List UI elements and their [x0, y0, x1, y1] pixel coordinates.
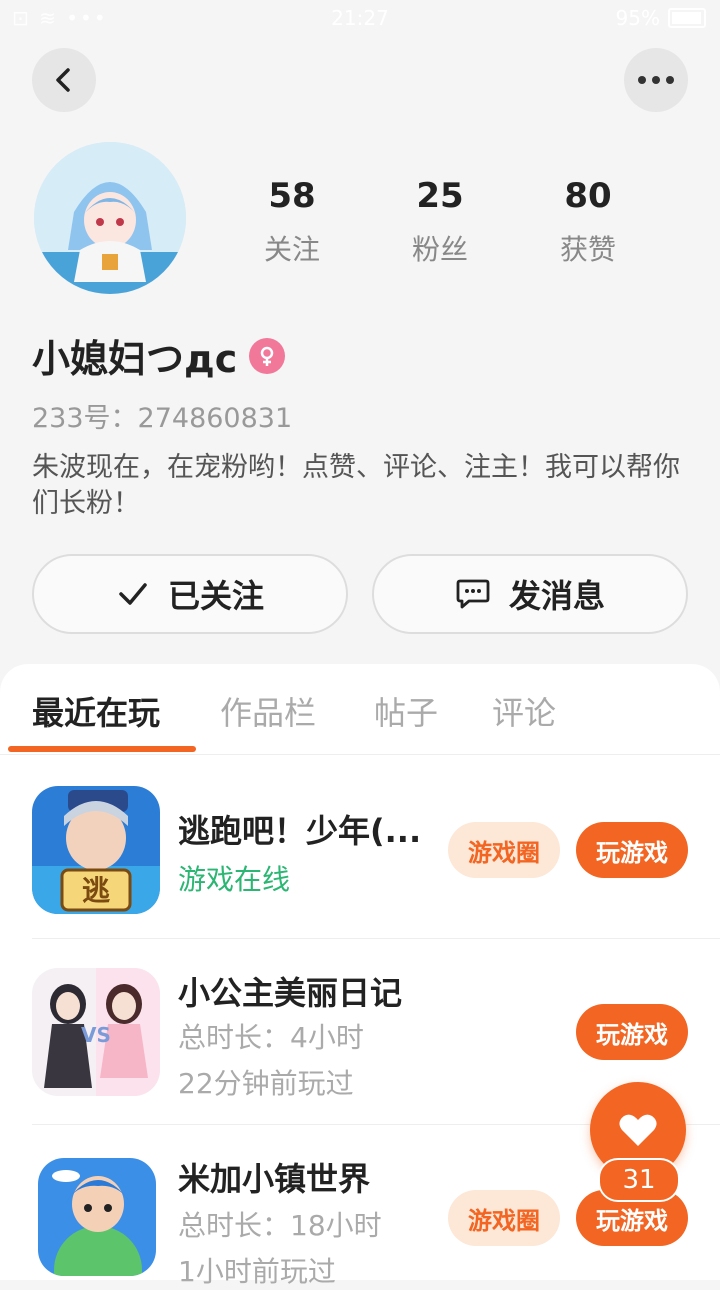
game-status: 游戏在线: [178, 863, 291, 896]
user-bio: 朱波现在，在宠粉哟！点赞、评论、注主！我可以帮你们长粉！: [32, 452, 680, 519]
send-message-label: 发消息: [508, 577, 605, 615]
status-bar: ⊡ ≋ ••• 21:27 95%: [0, 0, 720, 38]
stat-value: 58: [268, 176, 316, 216]
stat-label: 粉丝: [411, 233, 468, 266]
battery-icon: [668, 8, 706, 28]
stat-label: 关注: [263, 233, 320, 266]
play-game-button[interactable]: 玩游戏: [576, 822, 688, 878]
active-tab-indicator: [8, 746, 196, 752]
svg-text:VS: VS: [81, 1023, 111, 1047]
followed-button[interactable]: 已关注: [32, 554, 348, 634]
game-total-time: 总时长：18小时: [178, 1209, 382, 1242]
send-message-button[interactable]: 发消息: [372, 554, 688, 634]
list-divider: [32, 938, 720, 939]
user-id: 233号：274860831: [32, 403, 293, 434]
game-last-played: 1小时前玩过: [178, 1255, 336, 1288]
game-last-played: 22分钟前玩过: [178, 1067, 354, 1100]
user-name-row: 小媳妇つдс: [32, 328, 286, 383]
avatar-image: [34, 142, 186, 294]
game-total-time: 总时长：4小时: [178, 1021, 364, 1054]
tab-divider: [0, 754, 720, 755]
stat-fans[interactable]: 25 粉丝: [380, 176, 500, 268]
heart-icon: [619, 1114, 657, 1146]
stat-value: 80: [564, 176, 612, 216]
stat-label: 获赞: [559, 233, 616, 266]
play-game-button[interactable]: 玩游戏: [576, 1004, 688, 1060]
tab-bar: 最近在玩 作品栏 帖子 评论: [0, 688, 720, 752]
followed-label: 已关注: [167, 577, 264, 615]
tab-comments[interactable]: 评论: [492, 688, 556, 734]
game-circle-button[interactable]: 游戏圈: [448, 1190, 560, 1246]
game-list-item[interactable]: 逃 逃跑吧！少年(... 游戏在线 游戏圈 玩游戏: [0, 786, 720, 914]
game-title: 逃跑吧！少年(...: [178, 812, 422, 850]
user-name: 小媳妇つдс: [32, 337, 238, 381]
chevron-left-icon: [56, 68, 70, 92]
tab-recently-played[interactable]: 最近在玩: [32, 688, 160, 734]
tab-works[interactable]: 作品栏: [220, 688, 316, 734]
more-button[interactable]: [624, 48, 688, 112]
back-button[interactable]: [32, 48, 96, 112]
female-icon: [249, 337, 286, 374]
more-dots-icon: [638, 76, 674, 84]
like-count-badge: 31: [598, 1158, 680, 1202]
game-icon: [38, 1158, 156, 1276]
game-icon: 逃: [32, 786, 160, 914]
checkmark-icon: [119, 583, 147, 605]
status-time: 21:27: [331, 6, 389, 30]
stat-likes[interactable]: 80 获赞: [528, 176, 648, 268]
game-circle-button[interactable]: 游戏圈: [448, 822, 560, 878]
stat-value: 25: [416, 176, 464, 216]
game-list-item[interactable]: VS 小公主美丽日记 总时长：4小时 22分钟前玩过 玩游戏: [0, 966, 720, 1100]
status-right: 95%: [616, 6, 706, 30]
game-icon: VS: [32, 968, 160, 1096]
svg-text:逃: 逃: [82, 874, 110, 907]
avatar[interactable]: [34, 142, 186, 294]
battery-percent: 95%: [615, 6, 660, 30]
chat-bubble-icon: [456, 579, 490, 609]
game-title: 米加小镇世界: [178, 1160, 371, 1198]
stat-following[interactable]: 58 关注: [232, 176, 352, 268]
game-title: 小公主美丽日记: [178, 974, 403, 1012]
tab-posts[interactable]: 帖子: [374, 688, 438, 734]
